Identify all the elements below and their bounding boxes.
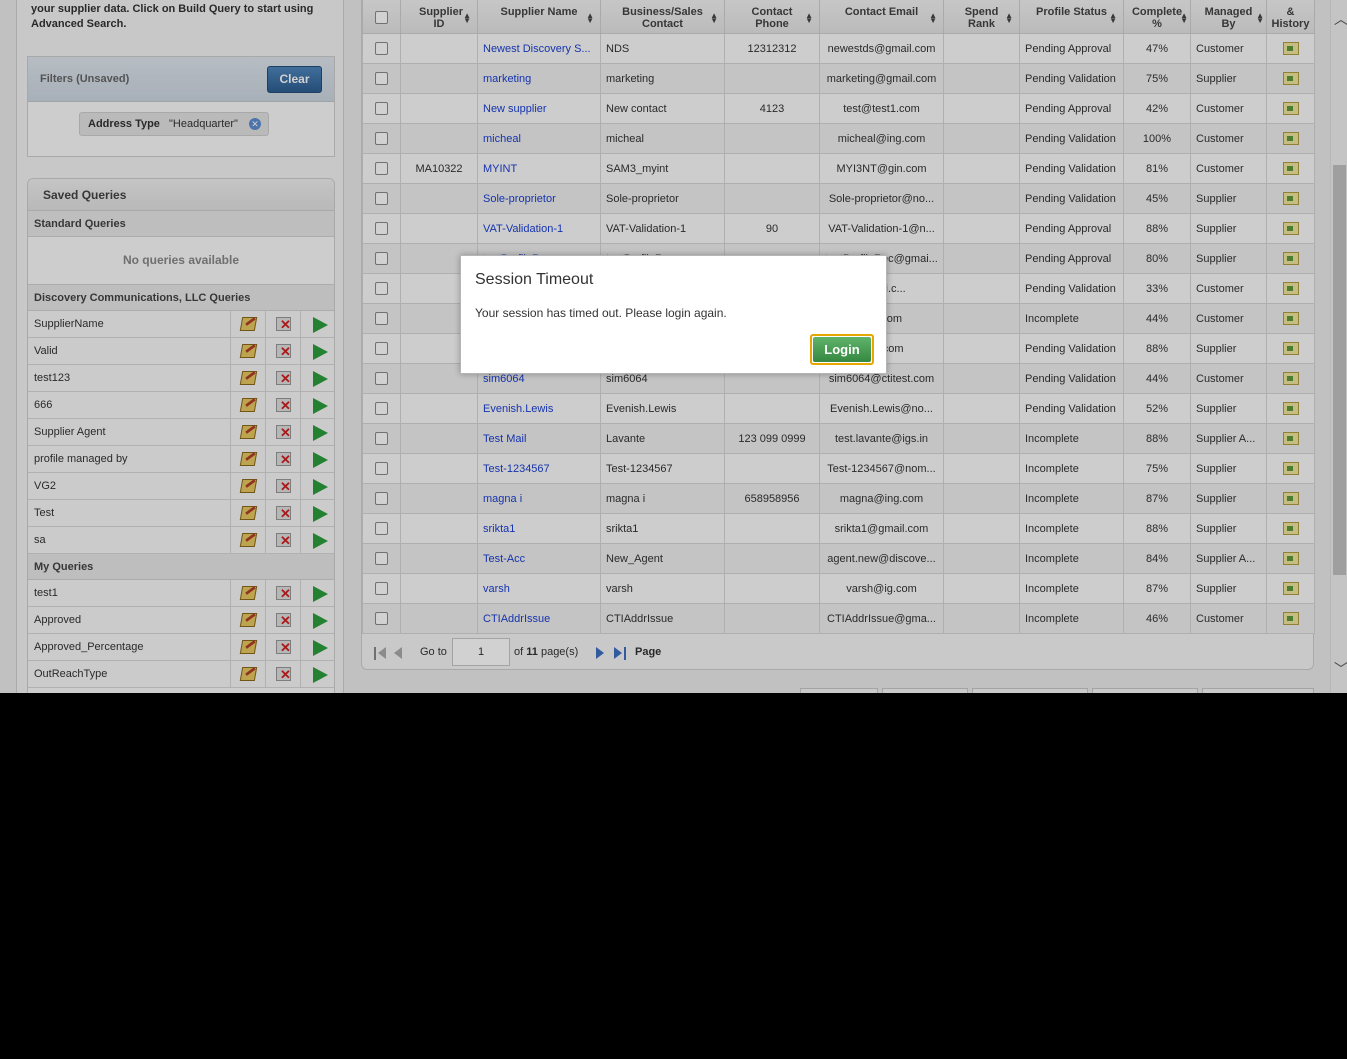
session-timeout-dialog: Session Timeout Your session has timed o… (460, 255, 887, 374)
app-window: your supplier data. Click on Build Query… (0, 0, 1347, 693)
login-button-label: Login (813, 337, 871, 362)
login-button[interactable]: Login (810, 334, 874, 365)
dialog-title: Session Timeout (475, 271, 594, 288)
dialog-message: Your session has timed out. Please login… (475, 306, 727, 320)
